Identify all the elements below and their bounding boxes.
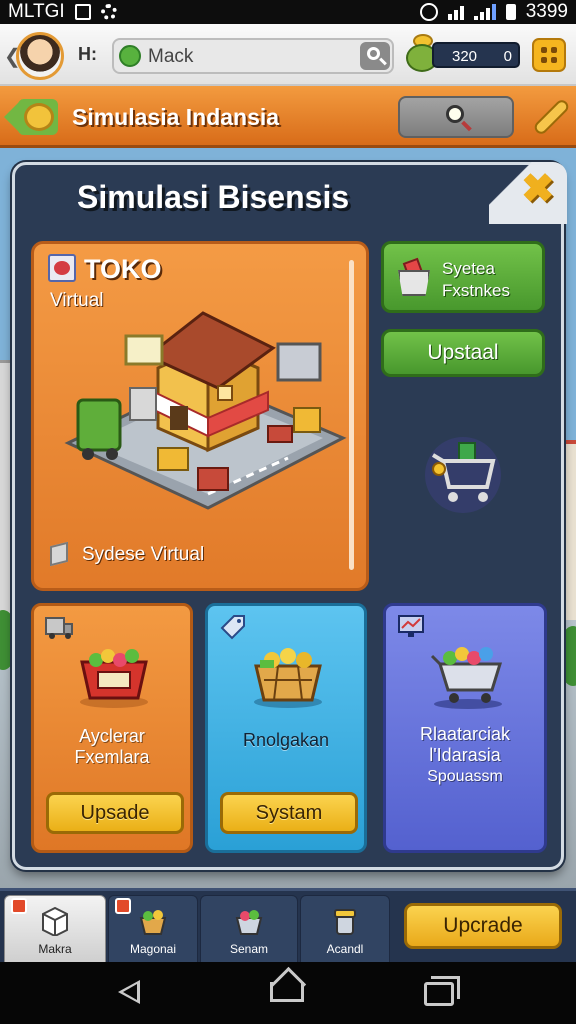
signal-icon [473, 4, 496, 20]
package-icon [42, 906, 68, 936]
battery-icon [505, 4, 516, 20]
back-icon[interactable] [118, 980, 140, 1004]
system-button[interactable]: Syetea Fxstnkes [381, 241, 545, 313]
card-ayclerar[interactable]: Ayclerar Fxemlara Upsade [31, 603, 193, 853]
upstaal-button[interactable]: Upstaal [381, 329, 545, 377]
jar-icon [334, 909, 356, 935]
grocery-crate-icon [235, 910, 263, 935]
card-a-label: Ayclerar Fxemlara [74, 726, 150, 767]
fruit-basket-icon [139, 910, 167, 935]
panel-title: Simulasi Bisensis [77, 179, 350, 215]
full-cart-icon [430, 647, 503, 709]
magnifier-icon [446, 105, 464, 123]
building-right [562, 440, 576, 640]
search-button[interactable] [360, 42, 390, 70]
basket-icon [396, 257, 432, 298]
gear-icon [100, 4, 117, 20]
toko-icon [48, 254, 76, 282]
currency-counter: 320 0 [432, 42, 520, 68]
toko-card[interactable]: TOKO Virtual Sydese Virtual [31, 241, 369, 591]
player-name: Mack [148, 46, 194, 67]
tab-acandl-label: Acandl [326, 942, 364, 956]
image-icon [74, 4, 91, 20]
notification-badge [11, 898, 27, 914]
monitor-icon [398, 615, 424, 637]
close-icon: ✖ [521, 167, 555, 211]
card-b-label: Rnolgakan [242, 730, 330, 750]
bandage-icon [532, 97, 571, 137]
back-button[interactable] [4, 95, 60, 139]
magnifier-button[interactable] [398, 96, 514, 138]
tab-senam[interactable]: Senam [200, 895, 298, 963]
tab-magonai-label: Magonai [129, 942, 177, 956]
toko-title: TOKO [84, 254, 162, 284]
fruit-crate-icon [80, 649, 148, 708]
upsade-button[interactable]: Upsade [46, 792, 184, 834]
card-c-label: Rlaatarciak l'Idarasia Spouassm [419, 724, 511, 785]
coin-count: 320 [452, 48, 478, 65]
alarm-icon [419, 3, 438, 21]
tag-icon [220, 615, 245, 640]
player-name-field[interactable]: Mack [112, 38, 394, 74]
top-header: ❮ H: Mack 320 0 [0, 24, 576, 86]
produce-basket-icon [254, 648, 322, 708]
bandage-button[interactable] [532, 97, 571, 137]
coin-icon [24, 103, 54, 131]
tab-senam-label: Senam [229, 942, 269, 956]
tab-makra-label: Makra [38, 942, 72, 956]
page-title: Simulasia Indansia [72, 104, 280, 130]
card-rnolgakan[interactable]: Rnolgakan Systam [205, 603, 367, 853]
systam-button[interactable]: Systam [220, 792, 358, 834]
close-button[interactable]: ✖ [489, 162, 567, 224]
search-icon [367, 47, 380, 60]
wifi-icon [447, 4, 464, 20]
shop-illustration [64, 311, 347, 510]
business-panel: Simulasi Bisensis ✖ TOKO Virtual Sydese … [12, 162, 567, 870]
tab-acandl[interactable]: Acandl [300, 895, 390, 963]
clock: 3399 [525, 1, 568, 22]
system-nav-bar [0, 962, 576, 1024]
home-icon[interactable] [270, 982, 304, 1002]
system-button-label: Syetea Fxstnkes [442, 259, 511, 300]
notification-badge [115, 898, 131, 914]
scrollbar[interactable] [349, 260, 354, 570]
avatar[interactable] [16, 32, 64, 80]
card-rlaatarciak[interactable]: Rlaatarciak l'Idarasia Spouassm [383, 603, 547, 853]
truck-icon [45, 617, 73, 639]
shopping-cart-icon [425, 437, 501, 513]
toko-footer: Sydese Virtual [82, 544, 205, 565]
carrier-label: MLTGI [8, 1, 65, 22]
upgrade-button[interactable]: Upcrade [404, 903, 562, 949]
leaf-icon [119, 45, 141, 67]
menu-grid-button[interactable] [532, 38, 566, 72]
tab-magonai[interactable]: Magonai [108, 895, 198, 963]
bottom-nav: Makra Magonai Senam Acandl Upcrade [0, 888, 576, 963]
status-bar: MLTGI 3399 [0, 0, 576, 24]
greeting-label: H: [78, 44, 97, 64]
box-icon [50, 541, 68, 567]
gem-count: 0 [503, 48, 512, 65]
title-bar: Simulasia Indansia [0, 86, 576, 148]
tab-makra[interactable]: Makra [4, 895, 106, 963]
recent-apps-icon[interactable] [424, 976, 460, 1006]
